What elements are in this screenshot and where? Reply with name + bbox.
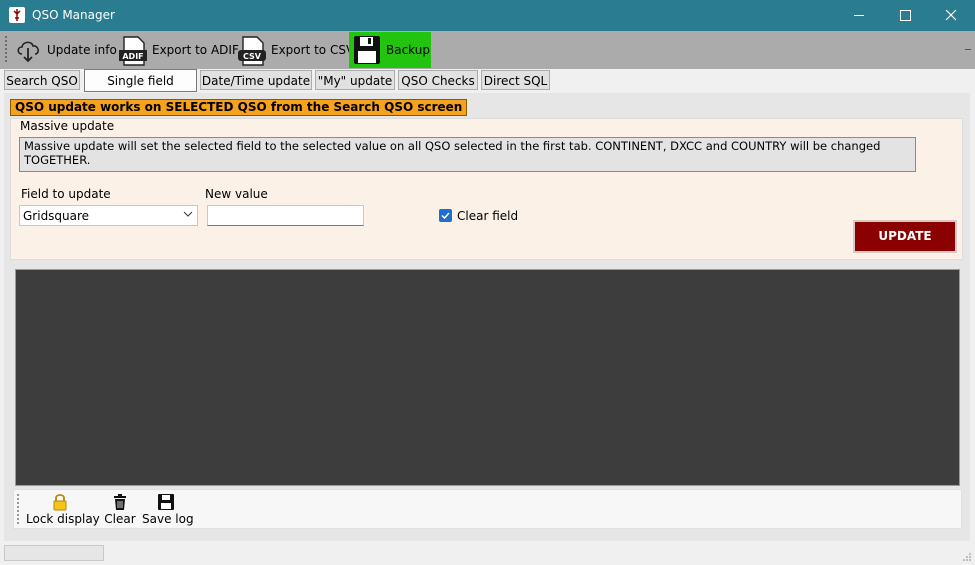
- single-field-update-panel: QSO update works on SELECTED QSO from th…: [4, 93, 970, 541]
- log-toolbar: Lock display Clear Save log: [13, 489, 962, 529]
- app-icon[interactable]: [9, 7, 25, 23]
- lock-icon: [53, 494, 67, 511]
- clear-log-button[interactable]: Clear: [102, 492, 138, 528]
- backup-button[interactable]: Backup: [349, 32, 431, 68]
- floppy-disk-icon: [354, 36, 380, 64]
- toolbar-overflow[interactable]: [965, 49, 971, 50]
- backup-label: Backup: [386, 43, 430, 57]
- minimize-button[interactable]: [836, 0, 882, 31]
- field-to-update-select[interactable]: Gridsquare: [19, 205, 198, 226]
- new-value-label: New value: [205, 187, 268, 201]
- info-text: Massive update will set the selected fie…: [19, 137, 916, 172]
- main-toolbar: Update info ADIF Export to ADIF CSV Expo…: [0, 31, 975, 69]
- log-display[interactable]: [15, 269, 960, 486]
- clear-field-label: Clear field: [457, 209, 519, 223]
- tab-single-field-update[interactable]: Single field update: [84, 69, 197, 110]
- chevron-down-icon: [183, 211, 193, 217]
- update-button[interactable]: UPDATE: [853, 220, 957, 253]
- close-button[interactable]: [928, 0, 974, 31]
- toolbar-grip[interactable]: [5, 36, 7, 64]
- lock-display-label: Lock display: [26, 512, 100, 526]
- massive-update-group: Massive update Massive update will set t…: [10, 118, 963, 260]
- tab-qso-checks[interactable]: QSO Checks: [398, 70, 478, 90]
- resize-grip-icon[interactable]: [962, 552, 972, 562]
- update-info-button[interactable]: Update info: [12, 32, 117, 68]
- save-log-label: Save log: [142, 512, 194, 526]
- status-panel: [4, 545, 104, 561]
- group-title: Massive update: [20, 119, 115, 133]
- tab-direct-sql[interactable]: Direct SQL: [481, 70, 550, 90]
- save-icon: [158, 494, 174, 510]
- csv-file-icon: CSV: [238, 36, 266, 66]
- lock-display-button[interactable]: Lock display: [26, 492, 100, 528]
- adif-file-icon: ADIF: [119, 36, 147, 66]
- export-adif-button[interactable]: ADIF Export to ADIF: [117, 32, 239, 68]
- title-bar: QSO Manager: [0, 0, 975, 31]
- field-to-update-value: Gridsquare: [23, 209, 90, 223]
- log-toolbar-grip[interactable]: [17, 494, 19, 524]
- export-adif-label: Export to ADIF: [152, 43, 239, 57]
- clear-log-label: Clear: [104, 512, 136, 526]
- field-to-update-label: Field to update: [21, 187, 111, 201]
- save-log-button[interactable]: Save log: [142, 492, 194, 528]
- minimize-icon: [854, 15, 864, 16]
- export-csv-button[interactable]: CSV Export to CSV: [236, 32, 354, 68]
- export-csv-label: Export to CSV: [271, 43, 355, 57]
- clear-field-checkbox[interactable]: [439, 209, 452, 222]
- new-value-input[interactable]: [207, 205, 364, 226]
- svg-text:ADIF: ADIF: [122, 52, 143, 61]
- trash-icon: [114, 494, 126, 510]
- tab-search-qso[interactable]: Search QSO: [4, 70, 80, 90]
- tab-bar: Search QSO Single field update Date/Time…: [0, 69, 975, 110]
- svg-text:CSV: CSV: [243, 52, 262, 61]
- maximize-icon: [900, 10, 911, 21]
- checkmark-icon: [441, 212, 450, 220]
- download-cloud-icon: [17, 41, 39, 63]
- status-bar: [0, 541, 975, 565]
- selection-warning: QSO update works on SELECTED QSO from th…: [10, 99, 468, 116]
- tab-my-update[interactable]: "My" update: [315, 70, 395, 90]
- tab-date-time-update[interactable]: Date/Time update: [200, 70, 312, 90]
- update-info-label: Update info: [47, 43, 117, 57]
- close-icon: [945, 9, 957, 21]
- window-title: QSO Manager: [32, 8, 115, 22]
- maximize-button[interactable]: [882, 0, 928, 31]
